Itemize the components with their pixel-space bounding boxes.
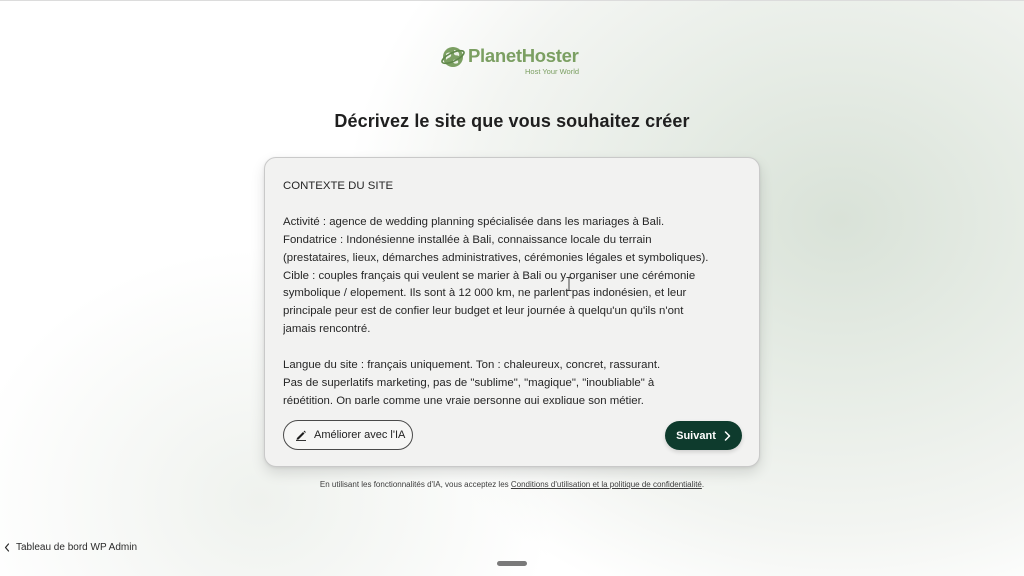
text-cursor-icon <box>566 277 572 291</box>
chevron-left-icon <box>4 543 10 552</box>
improve-with-ai-label: Améliorer avec l'IA <box>314 429 406 441</box>
terms-privacy-link[interactable]: Conditions d'utilisation et la politique… <box>511 480 702 489</box>
disclaimer-prefix: En utilisant les fonctionnalités d'IA, v… <box>319 480 511 489</box>
brand-name: PlanetHoster <box>468 45 579 66</box>
site-description-textarea[interactable]: CONTEXTE DU SITE Activité : agence de we… <box>283 178 745 404</box>
disclaimer-suffix: . <box>701 480 705 489</box>
planethoster-logo: PlanetHoster Host Your World <box>441 43 591 77</box>
description-card: CONTEXTE DU SITE Activité : agence de we… <box>264 157 760 467</box>
page-title: Décrivez le site que vous souhaitez crée… <box>334 111 690 131</box>
home-indicator[interactable] <box>497 561 527 566</box>
pen-icon <box>296 430 306 441</box>
next-button-label: Suivant <box>676 429 716 442</box>
improve-with-ai-button[interactable]: Améliorer avec l'IA <box>283 420 413 450</box>
back-to-wp-admin-link[interactable]: Tableau de bord WP Admin <box>4 542 137 553</box>
ai-terms-disclaimer: En utilisant les fonctionnalités d'IA, v… <box>0 480 1024 489</box>
globe-icon <box>441 47 465 67</box>
back-link-label: Tableau de bord WP Admin <box>16 542 138 553</box>
next-button[interactable]: Suivant <box>665 421 742 450</box>
chevron-right-icon <box>724 430 731 441</box>
brand-tagline: Host Your World <box>525 67 580 76</box>
